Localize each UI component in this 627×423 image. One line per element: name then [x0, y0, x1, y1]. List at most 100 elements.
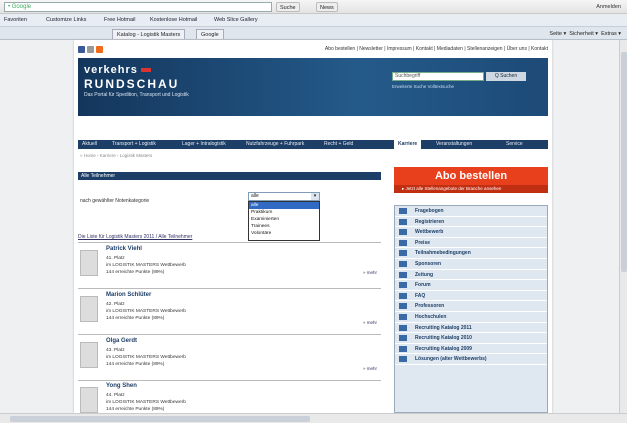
- tab-bar: Katalog - Logistik Masters Google Seite …: [0, 27, 627, 40]
- nav-item-aktuell[interactable]: Aktuell: [82, 140, 97, 149]
- abo-bestellen-banner[interactable]: Abo bestellen: [394, 167, 548, 185]
- participant-name[interactable]: Marion Schlüter: [106, 292, 151, 298]
- participant-points: 144 erreichte Punkte (89%): [106, 316, 165, 321]
- sidebar-item-zeitung[interactable]: Zeitung: [395, 270, 547, 281]
- sidebar-item-forum[interactable]: Forum: [395, 280, 547, 291]
- sidebar-item-teilnahmebedingungen[interactable]: Teilnahmebedingungen: [395, 248, 547, 259]
- nav-item-service[interactable]: Service: [506, 140, 523, 149]
- category-label: nach gewählter Notenkategorie: [80, 198, 150, 204]
- toolbar-news-button[interactable]: News: [316, 2, 338, 12]
- nav-item-veranstaltungen[interactable]: Veranstaltungen: [436, 140, 472, 149]
- tab-google[interactable]: Google: [196, 29, 224, 39]
- sidebar-item-faq[interactable]: FAQ: [395, 291, 547, 302]
- list-item: Olga Gerdt 43. Platz im LOGISTIK MASTERS…: [78, 338, 381, 382]
- sidebar-item-recruiting-2011[interactable]: Recruiting Katalog 2011: [395, 323, 547, 334]
- sidebar-item-recruiting-2009[interactable]: Recruiting Katalog 2009: [395, 344, 547, 355]
- site-search-input[interactable]: Suchbegriff: [392, 72, 484, 81]
- more-link[interactable]: » mehr: [363, 270, 377, 275]
- dropdown-option[interactable]: Praktikum: [249, 209, 319, 216]
- print-icon[interactable]: [87, 46, 94, 53]
- divider: [78, 242, 381, 243]
- signin-link[interactable]: Anmelden: [596, 2, 621, 12]
- avatar: [80, 296, 98, 322]
- logo-word-rundschau: RUNDSCHAU: [84, 77, 180, 91]
- safety-menu[interactable]: Sicherheit ▾: [569, 31, 598, 37]
- divider: [78, 380, 381, 381]
- ranking-list-link[interactable]: Die Liste für Logistik Masters 2011 / Al…: [78, 234, 192, 240]
- command-bar: Seite ▾ Sicherheit ▾ Extras ▾: [549, 29, 621, 39]
- category-select-value: alle: [251, 193, 259, 199]
- sidebar-item-preise[interactable]: Preise: [395, 238, 547, 249]
- participant-event: im LOGISTIK MASTERS Wettbewerb: [106, 309, 186, 314]
- dropdown-option[interactable]: Examinierten: [249, 216, 319, 223]
- avatar: [80, 387, 98, 413]
- participant-points: 144 erreichte Punkte (89%): [106, 407, 165, 412]
- vertical-scrollbar[interactable]: [619, 40, 627, 413]
- site-header-banner: verkehrs RUNDSCHAU Das Portal für Spedit…: [78, 58, 548, 116]
- fav-link[interactable]: Web Slice Gallery: [214, 16, 258, 25]
- nav-item-transport[interactable]: Transport + Logistik: [112, 140, 156, 149]
- participant-place: 41. Platz: [106, 256, 125, 261]
- sidebar-item-recruiting-2010[interactable]: Recruiting Katalog 2010: [395, 333, 547, 344]
- horizontal-scrollbar[interactable]: [0, 413, 627, 423]
- rss-icon[interactable]: [96, 46, 103, 53]
- sidebar-item-loesungen[interactable]: Lösungen (alter Wettbewerbs): [395, 354, 547, 365]
- more-link[interactable]: » mehr: [363, 320, 377, 325]
- avatar: [80, 342, 98, 368]
- sidebar-item-fragebogen[interactable]: Fragebogen: [395, 206, 547, 217]
- more-link[interactable]: » mehr: [363, 366, 377, 371]
- nav-item-recht[interactable]: Recht + Geld: [324, 140, 353, 149]
- page-topbar: Abo bestellen | Newsletter | Impressum |…: [74, 46, 552, 56]
- dropdown-option[interactable]: Volontäre: [249, 230, 319, 237]
- logo-word-verkehrs: verkehrs: [84, 64, 138, 76]
- tab-logistik-masters[interactable]: Katalog - Logistik Masters: [112, 29, 186, 39]
- participant-event: im LOGISTIK MASTERS Wettbewerb: [106, 263, 186, 268]
- sidebar-menu: Fragebogen Registrieren Wettbewerb Preis…: [394, 205, 548, 413]
- google-search-input[interactable]: • Google: [4, 2, 272, 12]
- search-links[interactable]: Erweiterte Suche Volltextsuche: [392, 84, 454, 89]
- category-select[interactable]: alle ▾: [248, 192, 320, 201]
- sidebar-item-registrieren[interactable]: Registrieren: [395, 217, 547, 228]
- top-links[interactable]: Abo bestellen | Newsletter | Impressum |…: [325, 46, 548, 52]
- tools-menu[interactable]: Extras ▾: [601, 31, 621, 37]
- list-item: Marion Schlüter 42. Platz im LOGISTIK MA…: [78, 292, 381, 336]
- site-search-button[interactable]: Q Suchen: [486, 72, 526, 81]
- web-page: Abo bestellen | Newsletter | Impressum |…: [74, 40, 552, 413]
- site-tagline: Das Portal für Spedition, Transport und …: [84, 92, 189, 98]
- participant-place: 42. Platz: [106, 302, 125, 307]
- participant-event: im LOGISTIK MASTERS Wettbewerb: [106, 400, 186, 405]
- abo-subline[interactable]: ▸ Jetzt alle Stellenangebote der Branche…: [394, 185, 548, 193]
- participant-name[interactable]: Olga Gerdt: [106, 338, 137, 344]
- page-menu[interactable]: Seite ▾: [549, 31, 566, 37]
- sidebar-item-wettbewerb[interactable]: Wettbewerb: [395, 227, 547, 238]
- site-logo[interactable]: verkehrs: [84, 64, 151, 76]
- sidebar-item-professoren[interactable]: Professoren: [395, 301, 547, 312]
- main-navigation: Aktuell Transport + Logistik Lager + Int…: [78, 140, 548, 149]
- divider: [78, 288, 381, 289]
- dropdown-option[interactable]: Trainees: [249, 223, 319, 230]
- nav-item-nutzfahrzeuge[interactable]: Nutzfahrzeuge + Fuhrpark: [246, 140, 304, 149]
- toolbar-search-button[interactable]: Suche: [276, 2, 300, 12]
- participant-place: 43. Platz: [106, 348, 125, 353]
- vertical-scroll-thumb[interactable]: [621, 52, 627, 272]
- favorites-button[interactable]: Favoriten: [4, 16, 27, 25]
- participant-name[interactable]: Patrick Viehl: [106, 246, 142, 252]
- fav-link[interactable]: Customize Links: [46, 16, 86, 25]
- participant-points: 144 erreichte Punkte (89%): [106, 270, 165, 275]
- dropdown-option[interactable]: alle: [249, 202, 319, 209]
- fav-link[interactable]: Kostenlose Hotmail: [150, 16, 197, 25]
- nav-item-lager[interactable]: Lager + Intralogistik: [182, 140, 226, 149]
- chevron-down-icon[interactable]: ▾: [311, 193, 319, 200]
- breadcrumb: » Home › Karriere › Logistik Masters: [80, 153, 153, 158]
- sidebar-item-sponsoren[interactable]: Sponsoren: [395, 259, 547, 270]
- facebook-icon[interactable]: [78, 46, 85, 53]
- avatar: [80, 250, 98, 276]
- participant-place: 44. Platz: [106, 393, 125, 398]
- fav-link[interactable]: Free Hotmail: [104, 16, 135, 25]
- sidebar-item-hochschulen[interactable]: Hochschulen: [395, 312, 547, 323]
- nav-item-karriere[interactable]: Karriere: [394, 140, 422, 149]
- browser-search-bar: • Google Suche News Anmelden: [0, 0, 627, 14]
- favorites-bar: Favoriten Customize Links Free Hotmail K…: [0, 14, 627, 27]
- horizontal-scroll-thumb[interactable]: [10, 416, 310, 422]
- participant-name[interactable]: Yong Shen: [106, 383, 137, 389]
